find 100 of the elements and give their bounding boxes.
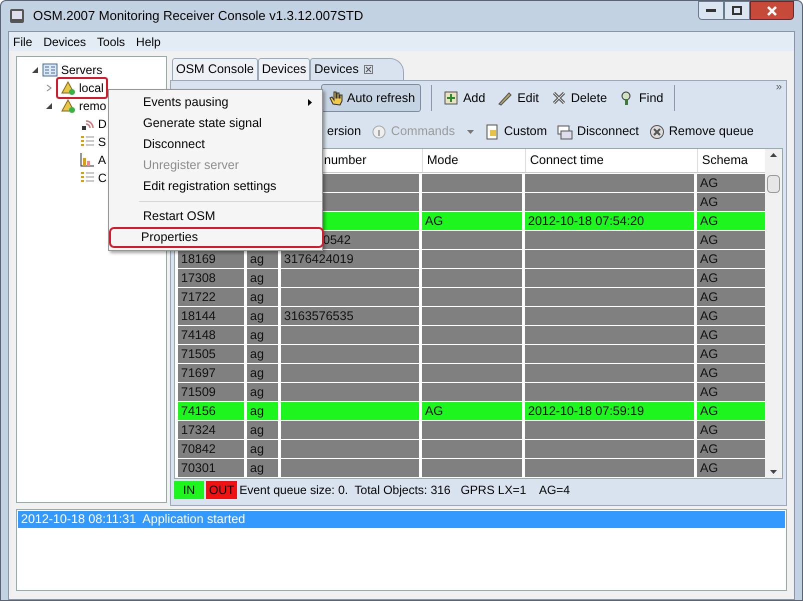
table-cell: 2012-10-18 07:59:19 — [525, 402, 694, 420]
table-cell: ag — [247, 459, 278, 477]
server-icon — [60, 98, 76, 114]
table-cell: AG — [697, 174, 765, 192]
table-cell: AG — [422, 212, 522, 230]
collapse-arrow-icon[interactable] — [31, 66, 39, 74]
table-cell: ag — [247, 250, 278, 268]
table-cell: AG — [697, 250, 765, 268]
table-cell: ag — [247, 307, 278, 325]
toolbar-button[interactable]: Find — [618, 84, 664, 112]
minimize-button[interactable] — [698, 1, 724, 20]
tab[interactable]: OSM Console — [172, 58, 258, 80]
tab[interactable]: Devices — [310, 58, 404, 80]
table-cell: AG — [697, 269, 765, 287]
tree-item[interactable]: S — [98, 133, 106, 151]
table-cell: ag — [247, 269, 278, 287]
table-cell: 18169 — [178, 250, 244, 268]
table-cell: AG — [697, 231, 765, 249]
menu-item[interactable]: Edit registration settings — [111, 176, 322, 197]
status-text: Event queue size: 0. Total Objects: 316 GPRS LX=1 AG=4 — [239, 482, 570, 499]
table-cell: AG — [697, 345, 765, 363]
table-cell: AG — [697, 212, 765, 230]
table-cell: 17308 — [178, 269, 244, 287]
table-cell: AG — [697, 288, 765, 306]
tree-item[interactable]: local — [56, 77, 108, 99]
table-cell: ag — [247, 402, 278, 420]
maximize-icon — [732, 6, 742, 15]
out-indicator: OUT — [206, 481, 238, 499]
toolbar-button[interactable]: Add — [442, 84, 486, 112]
bar-chart-icon — [79, 152, 95, 168]
table-cell: ag — [247, 383, 278, 401]
table-cell: AG — [697, 421, 765, 439]
document-icon — [484, 124, 500, 140]
table-cell: AG — [697, 307, 765, 325]
column-header[interactable]: Mode — [422, 149, 522, 172]
table-cell: 3163576535 — [281, 307, 419, 325]
menu-item[interactable]: Properties — [109, 227, 324, 248]
table-cell: 74156 — [178, 402, 244, 420]
menu-item[interactable]: Generate state signal — [111, 113, 322, 134]
server-icon — [60, 80, 76, 96]
toolbar-button[interactable]: ersion — [327, 122, 362, 141]
table-cell: ag — [247, 440, 278, 458]
toolbar-button[interactable]: Delete — [550, 84, 608, 112]
menu-item[interactable]: Devices — [43, 32, 86, 50]
table-cell: 17324 — [178, 421, 244, 439]
table-cell: 74148 — [178, 326, 244, 344]
delete-icon — [550, 90, 567, 106]
window-title: OSM.2007 Monitoring Receiver Console v1.3.12.007STD — [33, 7, 364, 26]
table-cell: AG — [697, 459, 765, 477]
toolbar-button[interactable]: Remove queue — [648, 122, 754, 141]
toolbar-button[interactable]: Disconnect — [557, 122, 639, 141]
table-cell: AG — [422, 402, 522, 420]
menu-item[interactable]: Restart OSM — [111, 206, 322, 227]
toolbar-button[interactable]: Edit — [496, 84, 540, 112]
table-cell: 71509 — [178, 383, 244, 401]
submenu-arrow-icon — [308, 99, 312, 106]
column-header[interactable]: Connect time — [525, 149, 694, 172]
tree-item[interactable]: Servers — [61, 61, 102, 79]
table-cell: ag — [247, 326, 278, 344]
tree-item[interactable]: D — [98, 115, 107, 133]
table-cell: ag — [247, 364, 278, 382]
close-button[interactable] — [750, 1, 794, 20]
pencil-icon — [497, 90, 514, 106]
table-cell: 18144 — [178, 307, 244, 325]
menu-item[interactable]: Tools — [97, 32, 126, 50]
maximize-button[interactable] — [724, 1, 750, 20]
overflow-chevron[interactable]: » — [776, 79, 782, 96]
table-cell: AG — [697, 193, 765, 211]
menu-item[interactable]: Help — [136, 32, 161, 50]
menu-item[interactable]: File — [13, 32, 32, 50]
table-cell: 70842 — [178, 440, 244, 458]
tree-item[interactable]: A — [98, 151, 106, 169]
collapse-arrow-icon[interactable] — [45, 102, 53, 110]
toolbar-button[interactable]: Auto refresh — [321, 84, 422, 112]
table-cell: AG — [697, 326, 765, 344]
tree-item[interactable]: C — [98, 169, 107, 187]
table-cell: AG — [697, 402, 765, 420]
table-cell: ag — [247, 288, 278, 306]
app-icon — [9, 8, 25, 24]
minimize-icon — [706, 8, 716, 12]
menu-item[interactable]: Events pausing — [111, 92, 322, 113]
table-cell: ag — [247, 421, 278, 439]
close-icon — [767, 6, 777, 16]
server-group-icon — [42, 62, 58, 78]
table-cell: AG — [697, 364, 765, 382]
scroll-down-icon[interactable] — [770, 470, 777, 474]
toolbar-button[interactable]: Custom — [484, 122, 548, 141]
table-cell: 71697 — [178, 364, 244, 382]
add-icon — [443, 90, 460, 106]
remove-icon — [648, 124, 665, 140]
close-icon[interactable] — [364, 65, 373, 74]
tab[interactable]: Devices — [258, 58, 310, 80]
scroll-up-icon[interactable] — [770, 153, 777, 157]
table-cell: 3176424019 — [281, 250, 419, 268]
in-indicator: IN — [174, 481, 204, 499]
table-cell: ag — [247, 345, 278, 363]
scrollbar[interactable] — [765, 149, 782, 478]
table-cell: 70301 — [178, 459, 244, 477]
hand-icon — [327, 90, 343, 106]
scroll-thumb[interactable] — [767, 174, 780, 192]
